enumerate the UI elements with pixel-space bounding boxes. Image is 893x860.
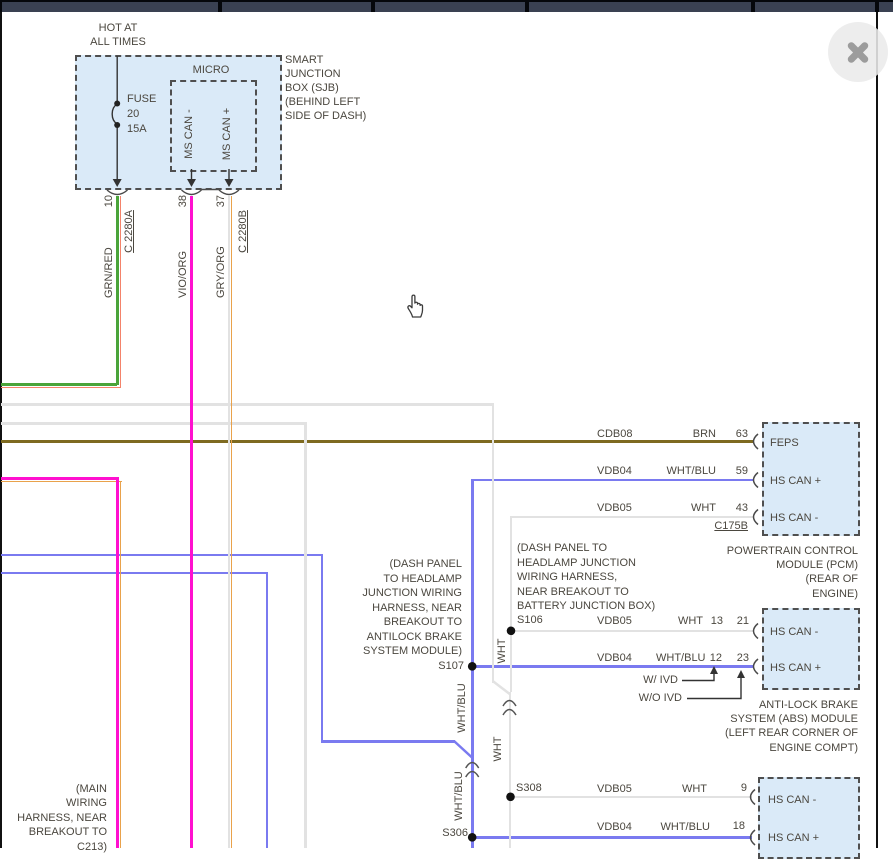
with-ivd-arrowhead: [710, 666, 718, 674]
with-ivd-arrow: [682, 672, 714, 681]
wht-wire-diagonal: [493, 681, 510, 694]
connector-c2280b-symbol: [182, 190, 240, 195]
whtblu-wire-diagonal: [454, 741, 472, 758]
close-button[interactable]: [828, 22, 888, 82]
fuse-top-terminal: [114, 101, 120, 107]
connector-c2280a-symbol: [107, 190, 128, 195]
splice-s306-dot: [468, 833, 477, 842]
wire-break-wht: [503, 701, 516, 716]
bottom-panel-bar: [0, 0, 893, 12]
wire-break-whtblu: [466, 763, 479, 778]
bottom-bar-segment[interactable]: [755, 2, 875, 12]
fuse-symbol: [112, 56, 229, 180]
bottom-bar-segment[interactable]: [222, 2, 371, 12]
hand-cursor-icon: [408, 295, 423, 317]
splice-s106-dot: [507, 627, 516, 636]
fuse-bottom-terminal: [114, 122, 120, 128]
splice-s308-dot: [506, 793, 515, 802]
bottom-bar-segment[interactable]: [2, 2, 218, 12]
wiring-diagram-viewer: HOT AT ALL TIMES SMART JUNCTION BOX (SJB…: [0, 0, 893, 860]
module-pin-connector-arcs: [751, 434, 759, 845]
sjb-output-arrowheads: [113, 179, 234, 187]
without-ivd-arrowhead: [737, 670, 745, 678]
bottom-bar-segment[interactable]: [529, 2, 751, 12]
splice-s107-dot: [468, 662, 477, 671]
bottom-bar-segment[interactable]: [879, 2, 893, 12]
bottom-bar-segment[interactable]: [375, 2, 525, 12]
diagram-symbols: [0, 0, 893, 860]
